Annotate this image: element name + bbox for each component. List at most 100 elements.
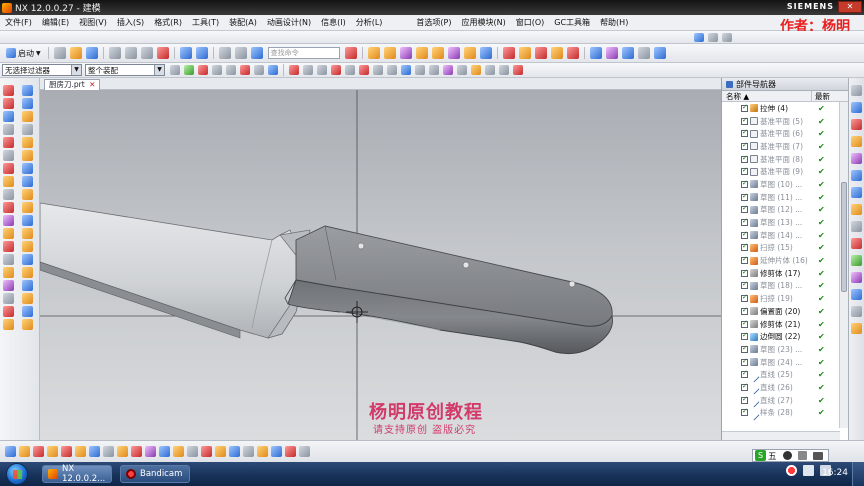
paste-icon[interactable] bbox=[140, 47, 153, 59]
system-scene-icon[interactable] bbox=[851, 289, 862, 300]
view-tool-icon-13[interactable] bbox=[172, 446, 184, 457]
select-icon-7[interactable] bbox=[254, 65, 264, 75]
view-tool-icon-7[interactable] bbox=[88, 446, 100, 457]
snap-curve-icon[interactable] bbox=[331, 65, 341, 75]
navigator-scrollbar[interactable] bbox=[839, 102, 848, 428]
view-tool-icon-17[interactable] bbox=[228, 446, 240, 457]
visibility-checkbox[interactable] bbox=[741, 230, 748, 239]
snap-icon-14[interactable] bbox=[457, 65, 467, 75]
revolve-icon[interactable] bbox=[22, 98, 33, 109]
clock[interactable]: 16:24 bbox=[822, 468, 848, 478]
menu-animation[interactable]: 动画设计(N) bbox=[262, 17, 316, 28]
view-tool-icon-19[interactable] bbox=[256, 446, 268, 457]
view-tool-icon-12[interactable] bbox=[158, 446, 170, 457]
edit-tool-icon[interactable] bbox=[3, 280, 14, 291]
visibility-checkbox[interactable] bbox=[741, 319, 748, 328]
feature-row[interactable]: 草图 (10) ... ✔ bbox=[722, 178, 840, 191]
more-resources-icon[interactable] bbox=[851, 323, 862, 334]
snap-icon-12[interactable] bbox=[429, 65, 439, 75]
view-tool-icon-8[interactable] bbox=[102, 446, 114, 457]
feature-row[interactable]: 修剪体 (21) ✔ bbox=[722, 318, 840, 331]
surface-icon[interactable] bbox=[22, 306, 33, 317]
scroll-thumb[interactable] bbox=[841, 182, 847, 292]
reuse-library-icon[interactable] bbox=[851, 153, 862, 164]
copy-icon[interactable] bbox=[124, 47, 137, 59]
layout-icon[interactable] bbox=[708, 32, 718, 42]
document-tab[interactable]: 厨房刀.prt ✕ bbox=[44, 79, 101, 90]
menu-assembly[interactable]: 装配(A) bbox=[224, 17, 262, 28]
snap-plus-icon[interactable] bbox=[373, 65, 383, 75]
visibility-checkbox[interactable] bbox=[741, 395, 748, 404]
feature-row[interactable]: 草图 (23) ... ✔ bbox=[722, 343, 840, 356]
visibility-checkbox[interactable] bbox=[741, 344, 748, 353]
visibility-checkbox[interactable] bbox=[741, 407, 748, 417]
feature-row[interactable]: 修剪体 (17) ✔ bbox=[722, 267, 840, 280]
snap-line2-icon[interactable] bbox=[387, 65, 397, 75]
feature-row[interactable]: 草图 (18) ... ✔ bbox=[722, 280, 840, 293]
trim-body-icon[interactable] bbox=[22, 254, 33, 265]
project-tool-icon[interactable] bbox=[3, 202, 14, 213]
analysis-icon-2[interactable] bbox=[605, 47, 618, 59]
visibility-checkbox[interactable] bbox=[741, 103, 748, 112]
feature-row[interactable]: 基准平面 (7) ✔ bbox=[722, 140, 840, 153]
delete-icon[interactable] bbox=[156, 47, 169, 59]
close-icon[interactable]: ✕ bbox=[89, 80, 95, 89]
graphics-viewport[interactable]: 杨明原创教程 请支持原创 盗版必究 bbox=[40, 90, 721, 440]
view-tool-icon-10[interactable] bbox=[130, 446, 142, 457]
arc-tool-icon[interactable] bbox=[3, 98, 14, 109]
offset-tool-icon[interactable] bbox=[3, 189, 14, 200]
view-tool-icon-6[interactable] bbox=[74, 446, 86, 457]
view-tool-icon-2[interactable] bbox=[18, 446, 30, 457]
subtract-icon[interactable] bbox=[22, 176, 33, 187]
visibility-checkbox[interactable] bbox=[741, 166, 748, 176]
menu-gc-toolkit[interactable]: GC工具箱 bbox=[549, 17, 595, 28]
feature-icon-8[interactable] bbox=[479, 47, 492, 59]
visibility-checkbox[interactable] bbox=[741, 242, 748, 252]
ime-indicator[interactable]: S 五 bbox=[752, 449, 829, 462]
trim-tool-icon[interactable] bbox=[3, 228, 14, 239]
visibility-checkbox[interactable] bbox=[741, 331, 748, 341]
open-file-icon[interactable] bbox=[69, 47, 82, 59]
navigator-hscrollbar[interactable] bbox=[722, 431, 840, 440]
view-tool-icon-16[interactable] bbox=[214, 446, 226, 457]
start-button[interactable]: 启动 ▼ bbox=[0, 48, 45, 59]
feature-icon-6[interactable] bbox=[447, 47, 460, 59]
feature-icon-1[interactable] bbox=[367, 47, 380, 59]
select-icon-6[interactable] bbox=[240, 65, 250, 75]
menu-format[interactable]: 格式(R) bbox=[149, 17, 187, 28]
edge-blend-icon[interactable] bbox=[22, 202, 33, 213]
view-tool-icon-21[interactable] bbox=[284, 446, 296, 457]
windows-start-icon[interactable] bbox=[6, 463, 28, 485]
feature-row[interactable]: 样条 (28) ✔ bbox=[722, 407, 840, 421]
visibility-checkbox[interactable] bbox=[741, 306, 748, 315]
fillet-tool-icon[interactable] bbox=[3, 124, 14, 135]
select-icon-8[interactable] bbox=[268, 65, 278, 75]
snap-icon-16[interactable] bbox=[485, 65, 495, 75]
chamfer-icon[interactable] bbox=[22, 215, 33, 226]
taskbar-item-bandicam[interactable]: Bandicam bbox=[120, 465, 190, 483]
menu-application[interactable]: 应用模块(N) bbox=[456, 17, 510, 28]
feature-row[interactable]: 基准平面 (8) ✔ bbox=[722, 153, 840, 166]
snap-icon[interactable] bbox=[344, 47, 357, 59]
menu-file[interactable]: 文件(F) bbox=[0, 17, 37, 28]
system-materials-icon[interactable] bbox=[851, 221, 862, 232]
analysis-icon-1[interactable] bbox=[589, 47, 602, 59]
view-tool-icon-1[interactable] bbox=[4, 446, 16, 457]
new-file-icon[interactable] bbox=[53, 47, 66, 59]
mirror-tool-icon[interactable] bbox=[3, 254, 14, 265]
menu-insert[interactable]: 插入(S) bbox=[112, 17, 149, 28]
feature-icon-2[interactable] bbox=[383, 47, 396, 59]
snap-circle-icon[interactable] bbox=[359, 65, 369, 75]
hd3d-icon[interactable] bbox=[851, 170, 862, 181]
feature-row[interactable]: 直线 (26) ✔ bbox=[722, 381, 840, 396]
feature-row[interactable]: 拉伸 (4) ✔ bbox=[722, 102, 840, 115]
feature-row[interactable]: 直线 (27) ✔ bbox=[722, 394, 840, 408]
curve-tool-icon[interactable] bbox=[3, 176, 14, 187]
visibility-checkbox[interactable] bbox=[741, 128, 748, 138]
menu-window[interactable]: 窗口(O) bbox=[511, 17, 550, 28]
window-switch-icon[interactable] bbox=[218, 47, 231, 59]
command-search-input[interactable]: 查找命令 bbox=[267, 47, 340, 59]
snap-icon-18[interactable] bbox=[513, 65, 523, 75]
cut-icon[interactable] bbox=[108, 47, 121, 59]
view-tool-icon-22[interactable] bbox=[298, 446, 310, 457]
